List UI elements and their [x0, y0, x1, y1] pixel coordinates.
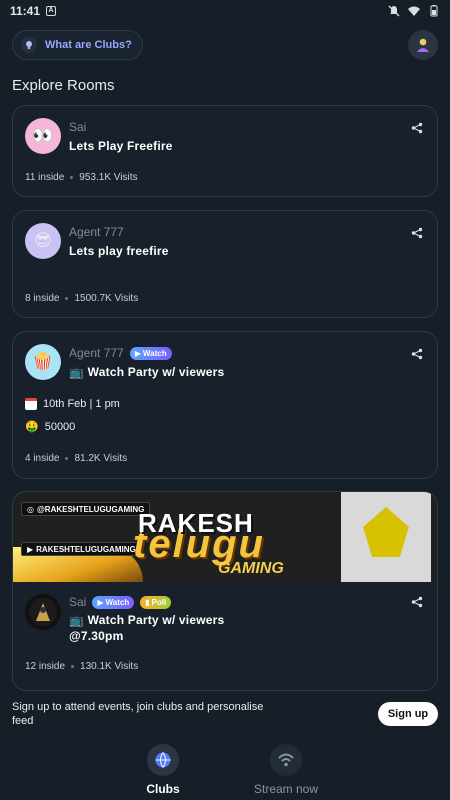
room-card[interactable]: 👀 Sai Lets Play Freefire 11 inside 953.1… [12, 105, 438, 197]
share-button[interactable] [407, 344, 427, 364]
room-stats: 4 inside 81.2K Visits [25, 453, 127, 464]
event-date: 10th Feb | 1 pm [25, 398, 120, 410]
room-stats: 11 inside 953.1K Visits [25, 172, 137, 183]
battery-icon [430, 5, 438, 17]
notification-app-icon: A [46, 6, 57, 16]
section-title: Explore Rooms [12, 77, 115, 94]
room-title: 📺 Watch Party w/ viewers @7.30pm [69, 613, 225, 643]
room-title: Lets play freefire [69, 244, 169, 258]
share-button[interactable] [407, 223, 427, 243]
nav-stream-now[interactable]: Stream now [236, 744, 336, 796]
inside-count: 11 inside [25, 172, 65, 183]
separator-dot [71, 665, 75, 668]
bottom-navigation: Clubs Stream now [0, 740, 450, 800]
room-stats: 12 inside 130.1K Visits [25, 661, 138, 672]
room-avatar: 😎 [25, 223, 61, 259]
share-icon [411, 227, 423, 239]
room-stats: 8 inside 1500.7K Visits [25, 293, 138, 304]
room-avatar: 🍿 [25, 344, 61, 380]
share-button[interactable] [407, 592, 427, 612]
globe-icon [147, 744, 179, 776]
separator-dot [65, 457, 69, 460]
gamer-avatar-icon [29, 598, 57, 626]
room-banner-image: ◎ @RAKESHTELUGUGAMING ▶ RAKESHTELUGUGAMING… [13, 492, 437, 582]
room-host: Sai ▶ Watch ▮ Poll [69, 595, 172, 609]
room-host: Agent 777 [69, 225, 124, 239]
what-are-clubs-label: What are Clubs? [45, 39, 132, 51]
room-card[interactable]: 😎 Agent 777 Lets play freefire 8 inside … [12, 210, 438, 318]
banner-instagram-handle: ◎ @RAKESHTELUGUGAMING [21, 502, 151, 516]
lightbulb-icon [21, 37, 37, 53]
share-icon [411, 122, 423, 134]
room-host: Sai [69, 120, 87, 134]
banner-gaming-text: GAMING [218, 560, 284, 577]
top-bar: What are Clubs? [12, 30, 438, 62]
room-title: Lets Play Freefire [69, 139, 173, 153]
status-bar: 11:41 A [0, 0, 450, 22]
sign-up-button[interactable]: Sign up [378, 702, 438, 726]
separator-dot [70, 176, 74, 179]
profile-avatar-button[interactable] [408, 30, 438, 60]
room-host: Agent 777 ▶ Watch [69, 346, 172, 360]
banner-youtube-handle: ▶ RAKESHTELUGUGAMING [21, 542, 142, 556]
poll-badge: ▮ Poll [140, 595, 172, 609]
room-card[interactable]: 🍿 Agent 777 ▶ Watch 📺 Watch Party w/ vie… [12, 331, 438, 479]
inside-count: 4 inside [25, 453, 60, 464]
visits-count: 1500.7K Visits [74, 293, 139, 304]
nav-stream-now-label: Stream now [253, 782, 319, 796]
share-icon [411, 596, 423, 608]
watch-badge: ▶ Watch [129, 346, 172, 360]
room-avatar: 👀 [25, 118, 61, 154]
broadcast-icon [270, 744, 302, 776]
share-button[interactable] [407, 118, 427, 138]
banner-name-text: RAKESH [138, 508, 254, 538]
visits-count: 953.1K Visits [79, 172, 138, 183]
nav-clubs[interactable]: Clubs [113, 744, 213, 796]
instagram-icon: ◎ [27, 504, 34, 514]
share-icon [411, 348, 423, 360]
visits-count: 81.2K Visits [74, 453, 128, 464]
wifi-icon [408, 6, 420, 16]
inside-count: 12 inside [25, 661, 66, 672]
signup-message: Sign up to attend events, join clubs and… [12, 701, 264, 727]
signup-banner: Sign up to attend events, join clubs and… [0, 696, 450, 740]
user-avatar-icon [417, 38, 429, 52]
calendar-icon [25, 398, 37, 410]
separator-dot [65, 297, 69, 300]
event-prize: 🤑 50000 [25, 420, 76, 434]
room-avatar [25, 594, 61, 630]
nav-clubs-label: Clubs [146, 782, 180, 796]
status-time: 11:41 [10, 4, 41, 18]
room-title: 📺 Watch Party w/ viewers [69, 365, 225, 379]
what-are-clubs-button[interactable]: What are Clubs? [12, 30, 143, 60]
inside-count: 8 inside [25, 293, 60, 304]
visits-count: 130.1K Visits [80, 661, 139, 672]
youtube-icon: ▶ [27, 544, 34, 554]
mute-icon [388, 5, 400, 17]
watch-badge: ▶ Watch [92, 595, 135, 609]
room-card[interactable]: ◎ @RAKESHTELUGUGAMING ▶ RAKESHTELUGUGAMING… [12, 491, 438, 691]
money-face-icon: 🤑 [25, 421, 39, 433]
